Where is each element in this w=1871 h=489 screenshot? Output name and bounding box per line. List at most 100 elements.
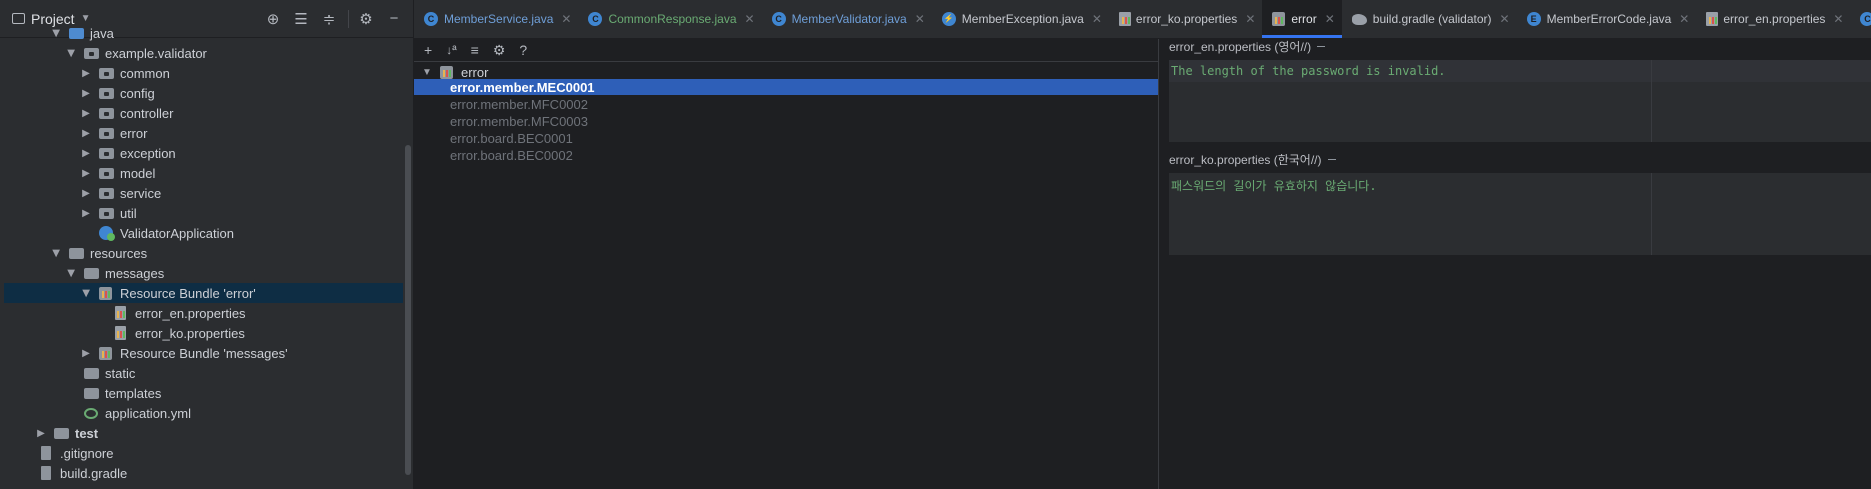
tree-item-label: util bbox=[120, 205, 137, 221]
editor-tab[interactable]: error ✕ bbox=[1262, 0, 1343, 38]
folder-gray-icon bbox=[84, 266, 100, 280]
tree-item[interactable]: ▶ messages bbox=[4, 263, 403, 283]
tree-item[interactable]: ▶ java bbox=[4, 23, 403, 43]
tree-item-label: config bbox=[120, 85, 155, 101]
close-icon[interactable]: ✕ bbox=[1679, 12, 1689, 26]
chevron-right-icon[interactable]: ▶ bbox=[79, 208, 93, 219]
tree-item[interactable]: ▶ test bbox=[4, 423, 403, 443]
tree-item[interactable]: ▶ config bbox=[4, 83, 403, 103]
editor-ko-title: error_ko.properties (한국어//) bbox=[1169, 152, 1322, 167]
close-icon[interactable]: ✕ bbox=[1092, 12, 1102, 26]
key-label: error.member.MEC0001 bbox=[450, 79, 595, 95]
editor-ko-box[interactable]: 패스워드의 길이가 유효하지 않습니다. bbox=[1169, 173, 1871, 255]
tree-item[interactable]: ▶ controller bbox=[4, 103, 403, 123]
close-icon[interactable]: ✕ bbox=[915, 12, 925, 26]
tree-item-label: service bbox=[120, 185, 162, 201]
group-icon[interactable]: ≡ bbox=[471, 42, 479, 58]
key-row[interactable]: error.member.MEC0001 bbox=[414, 79, 1158, 95]
props-icon bbox=[114, 306, 130, 320]
editor-tab[interactable]: MemberException.java ✕ bbox=[932, 0, 1109, 38]
tree-item[interactable]: static bbox=[4, 363, 403, 383]
exc-icon bbox=[941, 12, 956, 26]
tree-item[interactable]: ▶ model bbox=[4, 163, 403, 183]
folder-gray-icon bbox=[84, 386, 100, 400]
tree-item[interactable]: ▶ Resource Bundle 'error' bbox=[4, 283, 403, 303]
editor-tab[interactable]: MemberErrorCode.java ✕ bbox=[1517, 0, 1697, 38]
key-row[interactable]: error.board.BEC0001 bbox=[414, 130, 1158, 146]
close-icon[interactable]: ✕ bbox=[1500, 12, 1510, 26]
chevron-down-icon[interactable]: ▶ bbox=[51, 26, 62, 40]
chevron-right-icon[interactable]: ▶ bbox=[79, 88, 93, 99]
tree-item[interactable]: ▶ common bbox=[4, 63, 403, 83]
chevron-down-icon[interactable]: ▶ bbox=[66, 46, 77, 60]
chevron-right-icon[interactable]: ▶ bbox=[79, 128, 93, 139]
tree-scrollbar[interactable] bbox=[405, 145, 411, 475]
chevron-right-icon[interactable]: ▶ bbox=[79, 68, 93, 79]
editor-en-box[interactable]: The length of the password is invalid. bbox=[1169, 60, 1871, 142]
class-icon bbox=[1860, 12, 1871, 26]
tree-item[interactable]: ▶ example.validator bbox=[4, 43, 403, 63]
sort-icon[interactable]: ↓ª bbox=[446, 43, 456, 57]
key-row[interactable]: error.member.MFC0002 bbox=[414, 96, 1158, 112]
tree-item[interactable]: build.gradle bbox=[4, 463, 403, 483]
folder-pkg-icon bbox=[99, 126, 115, 140]
file-plain-icon bbox=[39, 466, 55, 480]
key-row[interactable]: error.board.BEC0002 bbox=[414, 147, 1158, 163]
folder-pkg-icon bbox=[99, 186, 115, 200]
tree-item[interactable]: ▶ service bbox=[4, 183, 403, 203]
tree-item-label: error_en.properties bbox=[135, 305, 246, 321]
editor-tab[interactable]: error_ko.properties ✕ bbox=[1109, 0, 1262, 38]
chevron-down-icon[interactable]: ▼ bbox=[420, 67, 434, 78]
props-icon bbox=[1706, 12, 1719, 26]
editor-tab[interactable]: GlobalExceptionContr bbox=[1850, 0, 1871, 38]
chevron-right-icon[interactable]: ▶ bbox=[79, 148, 93, 159]
editor-tab[interactable]: error_en.properties ✕ bbox=[1696, 0, 1850, 38]
tree-item[interactable]: ▶ error bbox=[4, 123, 403, 143]
right-margin-guide bbox=[1651, 60, 1652, 142]
chevron-right-icon[interactable]: ▶ bbox=[79, 168, 93, 179]
editor-tab-label: error_ko.properties bbox=[1135, 12, 1238, 26]
close-icon[interactable]: ✕ bbox=[745, 12, 755, 26]
tree-item-label: application.yml bbox=[105, 405, 191, 421]
editor-tab-label: MemberService.java bbox=[444, 12, 554, 26]
tree-item[interactable]: error_ko.properties bbox=[4, 323, 403, 343]
tree-item[interactable]: ValidatorApplication bbox=[4, 223, 403, 243]
chevron-down-icon[interactable]: ▶ bbox=[81, 286, 92, 300]
chevron-right-icon[interactable]: ▶ bbox=[79, 348, 93, 359]
chevron-down-icon[interactable]: ▶ bbox=[66, 266, 77, 280]
tree-item[interactable]: ▶ util bbox=[4, 203, 403, 223]
help-icon[interactable]: ? bbox=[519, 42, 527, 58]
add-key-icon[interactable]: + bbox=[424, 42, 432, 58]
chevron-down-icon[interactable]: ▶ bbox=[51, 246, 62, 260]
tree-item[interactable]: templates bbox=[4, 383, 403, 403]
tree-item[interactable]: ▶ resources bbox=[4, 243, 403, 263]
editor-en-title: error_en.properties (영어//) bbox=[1169, 39, 1312, 54]
editor-en-value[interactable]: The length of the password is invalid. bbox=[1171, 64, 1446, 78]
editor-tab-bar: MemberService.java✕CommonResponse.java✕M… bbox=[414, 0, 1871, 39]
editor-tab[interactable]: build.gradle (validator) ✕ bbox=[1342, 0, 1517, 38]
close-icon[interactable]: ✕ bbox=[1245, 12, 1255, 26]
tree-item-label: error bbox=[120, 125, 148, 141]
folder-pkg-icon bbox=[99, 66, 115, 80]
editor-tab[interactable]: MemberService.java ✕ bbox=[414, 0, 578, 38]
tree-item[interactable]: application.yml bbox=[4, 403, 403, 423]
editor-tab-label: error_en.properties bbox=[1723, 12, 1826, 26]
editor-tab-label: MemberErrorCode.java bbox=[1546, 12, 1672, 26]
tree-item[interactable]: error_en.properties bbox=[4, 303, 403, 323]
bundle-icon bbox=[440, 65, 456, 79]
tree-item[interactable]: ▶ exception bbox=[4, 143, 403, 163]
close-icon[interactable]: ✕ bbox=[1325, 12, 1335, 26]
editor-ko-value[interactable]: 패스워드의 길이가 유효하지 않습니다. bbox=[1171, 177, 1377, 194]
tree-item[interactable]: ▶ Resource Bundle 'messages' bbox=[4, 343, 403, 363]
editor-tab[interactable]: MemberValidator.java ✕ bbox=[762, 0, 932, 38]
close-icon[interactable]: ✕ bbox=[1833, 12, 1843, 26]
chevron-right-icon[interactable]: ▶ bbox=[79, 108, 93, 119]
tree-item[interactable]: .gitignore bbox=[4, 443, 403, 463]
editor-tab[interactable]: CommonResponse.java ✕ bbox=[578, 0, 761, 38]
project-tree: ▶ java ▶ example.validator ▶ common ▶ config ▶ co… bbox=[0, 26, 413, 489]
chevron-right-icon[interactable]: ▶ bbox=[34, 428, 48, 439]
close-icon[interactable]: ✕ bbox=[561, 12, 571, 26]
key-row[interactable]: error.member.MFC0003 bbox=[414, 113, 1158, 129]
settings-icon[interactable]: ⚙ bbox=[493, 42, 506, 59]
chevron-right-icon[interactable]: ▶ bbox=[79, 188, 93, 199]
